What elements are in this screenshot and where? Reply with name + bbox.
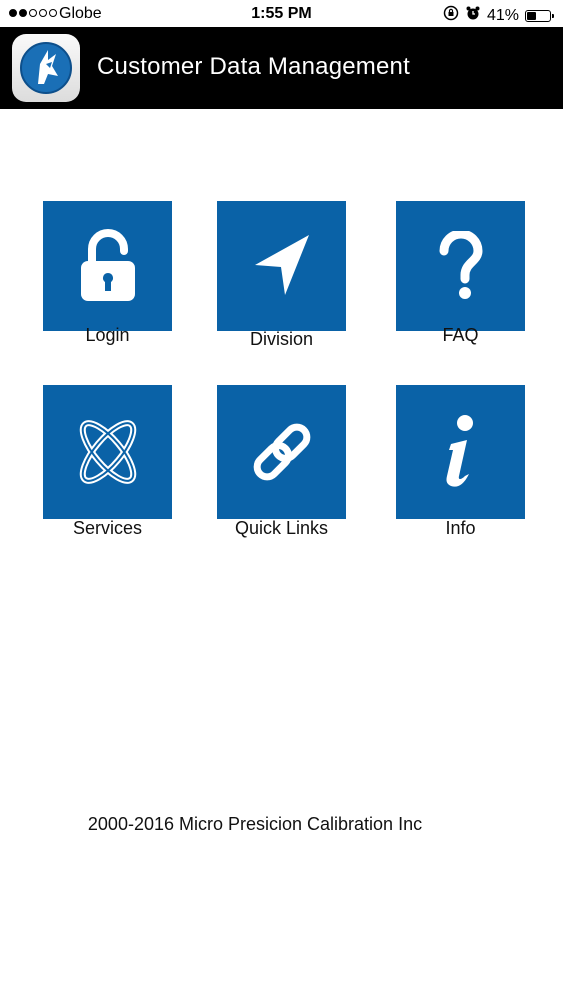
page-title: Customer Data Management <box>97 53 410 80</box>
info-label: Info <box>445 518 476 538</box>
chain-link-icon <box>253 423 310 481</box>
battery-icon <box>525 9 554 22</box>
services-label: Services <box>72 518 143 538</box>
navigation-arrow-icon <box>254 235 309 295</box>
login-tile[interactable]: Login <box>43 201 172 345</box>
atom-icon <box>79 420 136 484</box>
app-header: Customer Data Management <box>0 27 563 109</box>
info-button[interactable] <box>396 385 525 519</box>
status-bar: Globe 1:55 PM 41% <box>0 0 563 27</box>
question-mark-icon <box>439 231 483 299</box>
quick-links-button[interactable] <box>217 385 346 519</box>
division-label: Division <box>249 329 314 349</box>
info-tile[interactable]: Info <box>396 385 525 538</box>
division-button[interactable] <box>217 201 346 331</box>
app-logo <box>12 34 80 102</box>
rotation-lock-icon <box>443 5 459 26</box>
faq-button[interactable] <box>396 201 525 331</box>
login-button[interactable] <box>43 201 172 331</box>
quick-links-tile[interactable]: Quick Links <box>217 385 346 538</box>
quick-links-label: Quick Links <box>234 518 329 538</box>
copyright-footer: 2000-2016 Micro Presicion Calibration In… <box>87 814 423 834</box>
division-tile[interactable]: Division <box>217 201 346 349</box>
services-button[interactable] <box>43 385 172 519</box>
wolf-logo-icon <box>20 42 72 94</box>
faq-tile[interactable]: FAQ <box>396 201 525 345</box>
padlock-icon <box>80 229 135 301</box>
faq-label: FAQ <box>442 325 479 345</box>
login-label: Login <box>85 325 130 345</box>
battery-percent: 41% <box>486 6 519 24</box>
services-tile[interactable]: Services <box>43 385 172 538</box>
info-icon <box>445 415 473 487</box>
alarm-clock-icon <box>465 5 481 26</box>
